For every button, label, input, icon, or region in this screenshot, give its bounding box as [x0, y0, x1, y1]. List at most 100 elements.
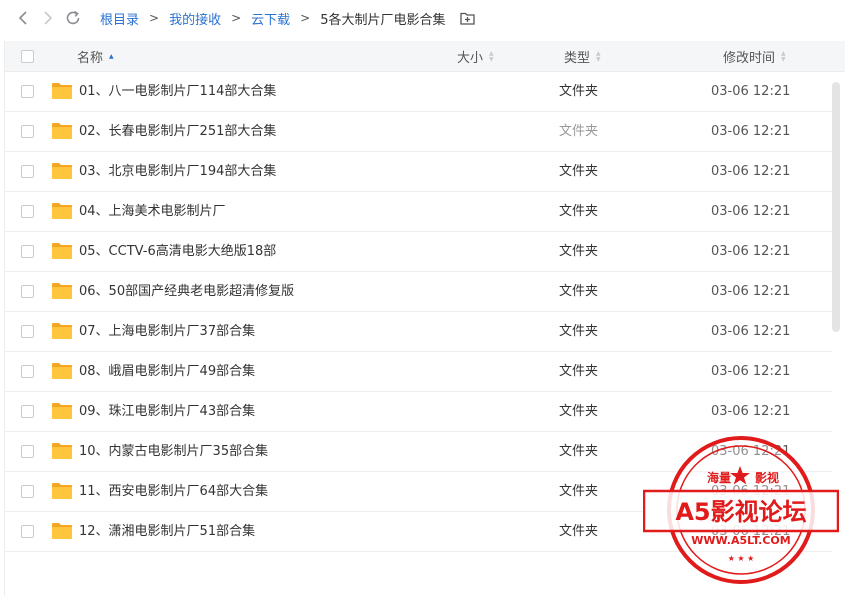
forward-arrow-icon[interactable]	[39, 9, 57, 27]
select-all-checkbox[interactable]	[21, 50, 34, 63]
file-modified-time: 03-06 12:21	[711, 484, 791, 499]
table-row[interactable]: 01、八一电影制片厂114部大合集 文件夹 03-06 12:21	[5, 72, 832, 112]
breadcrumb-separator: >	[149, 11, 160, 25]
file-modified-time: 03-06 12:21	[711, 204, 791, 219]
table-row[interactable]: 06、50部国产经典老电影超清修复版 文件夹 03-06 12:21	[5, 272, 832, 312]
folder-icon	[52, 83, 72, 99]
folder-icon	[52, 483, 72, 499]
row-checkbox[interactable]	[21, 485, 34, 498]
table-row[interactable]: 09、珠江电影制片厂43部合集 文件夹 03-06 12:21	[5, 392, 832, 432]
table-row[interactable]: 03、北京电影制片厂194部大合集 文件夹 03-06 12:21	[5, 152, 832, 192]
file-rows: 01、八一电影制片厂114部大合集 文件夹 03-06 12:21 02、长春电影制片…	[5, 72, 832, 552]
folder-icon	[52, 243, 72, 259]
folder-icon	[52, 283, 72, 299]
file-modified-time: 03-06 12:21	[711, 244, 791, 259]
file-name[interactable]: 06、50部国产经典老电影超清修复版	[79, 272, 294, 312]
row-checkbox[interactable]	[21, 205, 34, 218]
row-checkbox[interactable]	[21, 525, 34, 538]
breadcrumb-root[interactable]: 根目录	[100, 9, 139, 28]
file-modified-time: 03-06 12:21	[711, 124, 791, 139]
file-type: 文件夹	[559, 284, 599, 299]
column-header-modified-label: 修改时间	[723, 51, 776, 66]
file-modified-time: 03-06 12:21	[711, 524, 791, 539]
column-header-size-label: 大小	[457, 51, 484, 66]
row-checkbox[interactable]	[21, 245, 34, 258]
file-name[interactable]: 08、峨眉电影制片厂49部合集	[79, 352, 255, 392]
file-type: 文件夹	[559, 404, 599, 419]
folder-icon	[52, 123, 72, 139]
folder-icon	[52, 443, 72, 459]
file-type: 文件夹	[559, 204, 599, 219]
table-row[interactable]: 07、上海电影制片厂37部合集 文件夹 03-06 12:21	[5, 312, 832, 352]
folder-icon	[52, 323, 72, 339]
top-toolbar: 根目录 > 我的接收 > 云下载 > 5各大制片厂电影合集	[0, 0, 845, 36]
breadcrumb-received[interactable]: 我的接收	[169, 9, 221, 28]
file-name[interactable]: 05、CCTV-6高清电影大绝版18部	[79, 232, 276, 272]
column-header-modified[interactable]: 修改时间 ▲ ▼	[723, 41, 786, 72]
column-header-size[interactable]: 大小 ▲ ▼	[457, 41, 494, 72]
folder-icon	[52, 203, 72, 219]
table-row[interactable]: 10、内蒙古电影制片厂35部合集 文件夹 03-06 12:21	[5, 432, 832, 472]
folder-icon	[52, 523, 72, 539]
row-checkbox[interactable]	[21, 405, 34, 418]
list-header: 名称 ▲ 大小 ▲ ▼ 类型 ▲ ▼ 修改时间 ▲ ▼	[5, 41, 845, 72]
sort-icon: ▲	[109, 52, 114, 60]
file-name[interactable]: 09、珠江电影制片厂43部合集	[79, 392, 255, 432]
sort-icon: ▲ ▼	[489, 49, 494, 63]
breadcrumb-separator: >	[231, 11, 242, 25]
file-name[interactable]: 10、内蒙古电影制片厂35部合集	[79, 432, 268, 472]
file-modified-time: 03-06 12:21	[711, 324, 791, 339]
file-type: 文件夹	[559, 444, 599, 459]
breadcrumb-cloud-download[interactable]: 云下载	[251, 9, 290, 28]
file-name[interactable]: 02、长春电影制片厂251部大合集	[79, 112, 276, 152]
file-type: 文件夹	[559, 124, 599, 139]
column-header-name[interactable]: 名称 ▲	[77, 41, 114, 72]
file-name[interactable]: 03、北京电影制片厂194部大合集	[79, 152, 276, 192]
file-name[interactable]: 01、八一电影制片厂114部大合集	[79, 72, 276, 112]
file-modified-time: 03-06 12:21	[711, 164, 791, 179]
table-row[interactable]: 12、潇湘电影制片厂51部合集 文件夹 03-06 12:21	[5, 512, 832, 552]
row-checkbox[interactable]	[21, 285, 34, 298]
sort-icon: ▲ ▼	[596, 49, 601, 63]
file-type: 文件夹	[559, 524, 599, 539]
table-row[interactable]: 11、西安电影制片厂64部大合集 文件夹 03-06 12:21	[5, 472, 832, 512]
row-checkbox[interactable]	[21, 125, 34, 138]
row-checkbox[interactable]	[21, 325, 34, 338]
file-modified-time: 03-06 12:21	[711, 404, 791, 419]
scrollbar-thumb[interactable]	[832, 82, 840, 332]
file-name[interactable]: 11、西安电影制片厂64部大合集	[79, 472, 268, 512]
new-folder-icon[interactable]	[460, 10, 476, 26]
column-header-name-label: 名称	[77, 51, 104, 66]
file-list: 名称 ▲ 大小 ▲ ▼ 类型 ▲ ▼ 修改时间 ▲ ▼ 01、八一电影制片厂114部大…	[4, 41, 845, 596]
row-checkbox[interactable]	[21, 165, 34, 178]
breadcrumb-current-folder: 5各大制片厂电影合集	[320, 12, 446, 28]
file-type: 文件夹	[559, 324, 599, 339]
column-header-type[interactable]: 类型 ▲ ▼	[564, 41, 601, 72]
file-modified-time: 03-06 12:21	[711, 364, 791, 379]
breadcrumb: 根目录 > 我的接收 > 云下载 > 5各大制片厂电影合集	[100, 0, 476, 36]
file-modified-time: 03-06 12:21	[711, 84, 791, 99]
file-type: 文件夹	[559, 484, 599, 499]
file-type: 文件夹	[559, 84, 599, 99]
back-arrow-icon[interactable]	[14, 9, 32, 27]
folder-icon	[52, 163, 72, 179]
table-row[interactable]: 04、上海美术电影制片厂 文件夹 03-06 12:21	[5, 192, 832, 232]
file-modified-time: 03-06 12:21	[711, 284, 791, 299]
file-name[interactable]: 12、潇湘电影制片厂51部合集	[79, 512, 255, 552]
file-name[interactable]: 07、上海电影制片厂37部合集	[79, 312, 255, 352]
file-name[interactable]: 04、上海美术电影制片厂	[79, 192, 226, 232]
file-type: 文件夹	[559, 364, 599, 379]
row-checkbox[interactable]	[21, 85, 34, 98]
refresh-icon[interactable]	[64, 9, 82, 27]
breadcrumb-separator: >	[300, 11, 311, 25]
file-type: 文件夹	[559, 164, 599, 179]
table-row[interactable]: 08、峨眉电影制片厂49部合集 文件夹 03-06 12:21	[5, 352, 832, 392]
row-checkbox[interactable]	[21, 445, 34, 458]
folder-icon	[52, 363, 72, 379]
table-row[interactable]: 05、CCTV-6高清电影大绝版18部 文件夹 03-06 12:21	[5, 232, 832, 272]
table-row[interactable]: 02、长春电影制片厂251部大合集 文件夹 03-06 12:21	[5, 112, 832, 152]
row-checkbox[interactable]	[21, 365, 34, 378]
sort-icon: ▲ ▼	[781, 49, 786, 63]
file-modified-time: 03-06 12:21	[711, 444, 791, 459]
folder-icon	[52, 403, 72, 419]
